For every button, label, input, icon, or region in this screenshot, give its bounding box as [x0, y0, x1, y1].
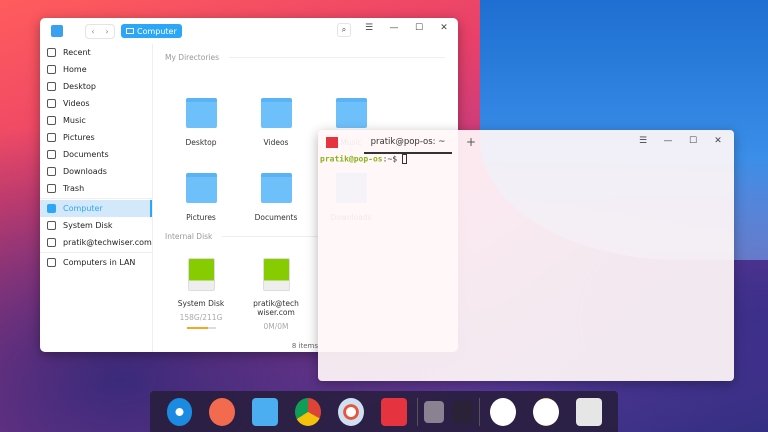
minimize-button[interactable]: —: [388, 23, 400, 33]
cursor: [401, 154, 407, 164]
chrome-icon[interactable]: [295, 397, 321, 426]
trash-icon: [47, 184, 56, 193]
power-icon[interactable]: [490, 397, 516, 426]
folder-item[interactable]: Desktop: [166, 98, 236, 147]
sidebar-item-computer[interactable]: Computer: [40, 200, 152, 217]
usage-bar: [186, 327, 216, 329]
film-icon: [47, 99, 56, 108]
sidebar-item-label: Computer: [63, 204, 103, 213]
settings-icon[interactable]: [337, 397, 364, 426]
folder-item[interactable]: Pictures: [166, 173, 236, 222]
folder-icon: [335, 98, 367, 128]
disk-icon: [262, 258, 290, 291]
disk-item[interactable]: System Disk 158G/211G: [166, 258, 236, 329]
launcher-icon[interactable]: [166, 397, 193, 426]
terminal-icon[interactable]: [380, 397, 407, 426]
computer-icon: [126, 28, 134, 34]
file-manager-icon[interactable]: [252, 397, 279, 426]
home-icon: [47, 65, 56, 74]
document-icon: [47, 150, 56, 159]
music-icon: [47, 116, 56, 125]
folder-icon: [185, 98, 217, 128]
disk-icon: [187, 258, 215, 291]
titlebar: ‹ › Computer ⌕ ☰ — ☐ ✕: [40, 18, 458, 44]
sidebar-item-label: Music: [63, 116, 86, 125]
sidebar-item-label: Documents: [63, 150, 109, 159]
maximize-button[interactable]: ☐: [413, 23, 425, 33]
nav-buttons: ‹ ›: [85, 23, 115, 39]
sidebar-item-music[interactable]: Music: [40, 112, 152, 129]
minimize-button[interactable]: —: [662, 136, 674, 146]
back-button[interactable]: ‹: [86, 25, 100, 38]
sidebar-item-trash[interactable]: Trash: [40, 180, 152, 197]
search-button[interactable]: ⌕: [337, 23, 351, 37]
trash-icon[interactable]: [575, 397, 602, 426]
divider: [40, 252, 152, 253]
terminal-tab[interactable]: pratik@pop-os: ~: [364, 130, 452, 154]
sidebar-item-videos[interactable]: Videos: [40, 95, 152, 112]
disk-icon: [47, 238, 56, 247]
section-my-directories: My Directories: [165, 53, 445, 62]
sidebar-item-computers-in-lan[interactable]: Computers in LAN: [40, 254, 152, 271]
maximize-button[interactable]: ☐: [687, 136, 699, 146]
sidebar-item-downloads[interactable]: Downloads: [40, 163, 152, 180]
folder-item[interactable]: Videos: [241, 98, 311, 147]
computer-icon: [47, 204, 56, 213]
desktop-icon: [47, 82, 56, 91]
image-icon: [47, 133, 56, 142]
network-icon: [47, 258, 56, 267]
sidebar-item-label: Desktop: [63, 82, 96, 91]
tray-icon[interactable]: [452, 400, 473, 423]
folder-icon: [260, 98, 292, 128]
dock: [150, 391, 618, 432]
menu-button[interactable]: ☰: [637, 136, 649, 146]
sidebar-item-label: Downloads: [63, 167, 107, 176]
sidebar-item-system-disk[interactable]: System Disk: [40, 217, 152, 234]
divider: [40, 198, 152, 199]
dock-divider: [478, 397, 480, 426]
menu-button[interactable]: ☰: [363, 23, 375, 33]
sidebar-item-home[interactable]: Home: [40, 61, 152, 78]
sidebar-item-label: System Disk: [63, 221, 113, 230]
close-button[interactable]: ✕: [712, 136, 724, 146]
terminal-window[interactable]: pratik@pop-os: ~ + ☰ — ☐ ✕ pratik@pop-os…: [318, 130, 734, 381]
sidebar-item-label: pratik@techwiser.com: [63, 238, 152, 247]
folder-icon: [185, 173, 217, 203]
sidebar-item-label: Computers in LAN: [63, 258, 136, 267]
disk-icon: [47, 221, 56, 230]
sidebar-item-label: Recent: [63, 48, 91, 57]
multitasking-icon[interactable]: [209, 397, 236, 426]
download-icon: [47, 167, 56, 176]
show-desktop-icon[interactable]: [423, 400, 445, 423]
sidebar: Recent Home Desktop Videos Music Pictures Docu…: [40, 44, 153, 352]
new-tab-button[interactable]: +: [466, 135, 476, 149]
sidebar-item-pratik-techwiser-com[interactable]: pratik@techwiser.com: [40, 234, 152, 251]
sidebar-item-label: Videos: [63, 99, 90, 108]
clock-icon: [47, 48, 56, 57]
folder-icon: [260, 173, 292, 203]
file-manager-logo-icon: [51, 25, 63, 37]
dock-divider: [417, 397, 418, 426]
forward-button[interactable]: ›: [100, 25, 114, 38]
breadcrumb[interactable]: Computer: [121, 24, 182, 38]
close-button[interactable]: ✕: [438, 23, 450, 33]
sidebar-item-desktop[interactable]: Desktop: [40, 78, 152, 95]
clock-icon[interactable]: [532, 397, 559, 426]
sidebar-item-documents[interactable]: Documents: [40, 146, 152, 163]
terminal-icon: [326, 136, 338, 148]
sidebar-item-label: Trash: [63, 184, 85, 193]
folder-item[interactable]: Documents: [241, 173, 311, 222]
sidebar-item-recent[interactable]: Recent: [40, 44, 152, 61]
sidebar-item-pictures[interactable]: Pictures: [40, 129, 152, 146]
item-count: 8 items: [291, 342, 318, 350]
sidebar-item-label: Home: [63, 65, 87, 74]
sidebar-item-label: Pictures: [63, 133, 95, 142]
disk-item[interactable]: pratik@techwiser.com 0M/0M: [241, 258, 311, 331]
terminal-prompt[interactable]: pratik@pop-os:~$: [318, 154, 734, 164]
